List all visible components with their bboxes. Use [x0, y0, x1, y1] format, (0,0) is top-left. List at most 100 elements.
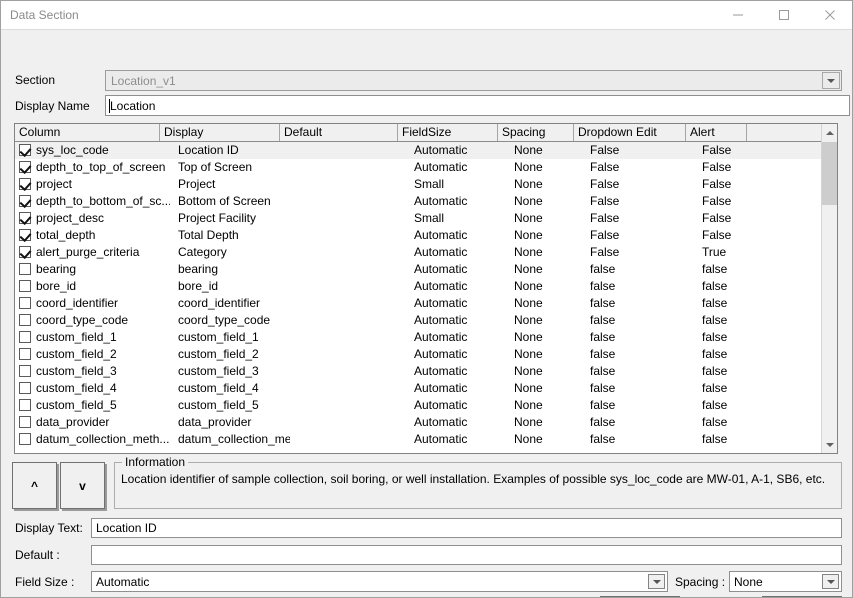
table-row[interactable]: custom_field_4custom_field_4AutomaticNon… — [15, 380, 821, 397]
row-visibility-checkbox[interactable] — [19, 382, 31, 394]
row-visibility-checkbox[interactable] — [19, 297, 31, 309]
table-row[interactable]: alert_purge_criteriaCategoryAutomaticNon… — [15, 244, 821, 261]
close-icon[interactable] — [807, 1, 852, 29]
row-visibility-checkbox[interactable] — [19, 280, 31, 292]
table-cell-dropdown-edit: false — [590, 295, 696, 312]
columns-grid[interactable]: ColumnDisplayDefaultFieldSizeSpacingDrop… — [14, 123, 838, 454]
table-cell-default — [296, 363, 408, 380]
table-cell-column: depth_to_top_of_screen — [36, 159, 170, 176]
table-row[interactable]: datum_collection_meth...datum_collection… — [15, 431, 821, 448]
table-row[interactable]: bearingbearingAutomaticNonefalsefalse — [15, 261, 821, 278]
default-input[interactable] — [91, 545, 842, 565]
table-cell-fieldsize: Automatic — [414, 363, 509, 380]
row-visibility-checkbox[interactable] — [19, 365, 31, 377]
table-cell-default — [296, 210, 408, 227]
maximize-icon[interactable] — [761, 1, 806, 29]
table-row[interactable]: coord_type_codecoord_type_codeAutomaticN… — [15, 312, 821, 329]
table-cell-spacing: None — [514, 414, 584, 431]
table-cell-alert: False — [702, 176, 758, 193]
table-row[interactable]: coord_identifiercoord_identifierAutomati… — [15, 295, 821, 312]
row-visibility-checkbox[interactable] — [19, 331, 31, 343]
grid-column-header[interactable]: Column — [15, 124, 160, 141]
field-size-dropdown[interactable]: Automatic — [91, 571, 668, 592]
grid-column-header[interactable]: Alert — [686, 124, 747, 141]
table-row[interactable]: depth_to_top_of_screenTop of ScreenAutom… — [15, 159, 821, 176]
section-dropdown[interactable]: Location_v1 — [105, 70, 842, 91]
table-row[interactable]: projectProjectSmallNoneFalseFalse — [15, 176, 821, 193]
chevron-down-icon[interactable] — [648, 574, 665, 589]
table-cell-fieldsize: Automatic — [414, 329, 509, 346]
table-cell-fieldsize: Automatic — [414, 380, 509, 397]
display-text-input[interactable]: Location ID — [91, 518, 842, 538]
table-row[interactable]: custom_field_2custom_field_2AutomaticNon… — [15, 346, 821, 363]
information-text: Location identifier of sample collection… — [121, 472, 835, 487]
table-row[interactable]: depth_to_bottom_of_sc...Bottom of Screen… — [15, 193, 821, 210]
table-cell-dropdown-edit: false — [590, 278, 696, 295]
table-cell-display: custom_field_1 — [178, 329, 290, 346]
table-row[interactable]: custom_field_1custom_field_1AutomaticNon… — [15, 329, 821, 346]
minimize-icon[interactable] — [715, 1, 760, 29]
grid-column-header[interactable]: Display — [160, 124, 280, 141]
table-cell-default — [296, 397, 408, 414]
move-up-button[interactable]: ^ — [12, 462, 57, 509]
row-visibility-checkbox[interactable] — [19, 229, 31, 241]
table-row[interactable]: bore_idbore_idAutomaticNonefalsefalse — [15, 278, 821, 295]
table-cell-alert: false — [702, 414, 758, 431]
table-row[interactable]: project_descProject FacilitySmallNoneFal… — [15, 210, 821, 227]
spacing-dropdown[interactable]: None — [729, 571, 842, 592]
table-cell-spacing: None — [514, 380, 584, 397]
row-visibility-checkbox[interactable] — [19, 433, 31, 445]
scroll-down-icon[interactable] — [822, 436, 837, 453]
table-cell-spacing: None — [514, 142, 584, 159]
dialog-body: Section Location_v1 Display Name Locatio… — [1, 30, 852, 597]
table-cell-default — [296, 329, 408, 346]
grid-column-header[interactable]: Default — [280, 124, 398, 141]
row-visibility-checkbox[interactable] — [19, 416, 31, 428]
scrollbar-thumb[interactable] — [822, 142, 837, 205]
table-row[interactable]: custom_field_5custom_field_5AutomaticNon… — [15, 397, 821, 414]
table-cell-spacing: None — [514, 261, 584, 278]
grid-column-header[interactable]: Dropdown Edit — [574, 124, 686, 141]
row-visibility-checkbox[interactable] — [19, 246, 31, 258]
table-cell-column: alert_purge_criteria — [36, 244, 170, 261]
table-cell-display: coord_identifier — [178, 295, 290, 312]
grid-column-header[interactable]: Spacing — [498, 124, 574, 141]
grid-vertical-scrollbar[interactable] — [821, 124, 837, 453]
row-visibility-checkbox[interactable] — [19, 161, 31, 173]
chevron-down-icon[interactable] — [822, 72, 840, 89]
table-cell-dropdown-edit: False — [590, 227, 696, 244]
data-section-dialog: Data Section Section Location_v1 Display… — [0, 0, 853, 598]
table-row[interactable]: total_depthTotal DepthAutomaticNoneFalse… — [15, 227, 821, 244]
move-down-button[interactable]: v — [60, 462, 105, 509]
grid-column-header[interactable]: FieldSize — [398, 124, 498, 141]
row-visibility-checkbox[interactable] — [19, 212, 31, 224]
table-row[interactable]: data_providerdata_providerAutomaticNonef… — [15, 414, 821, 431]
table-cell-column: custom_field_4 — [36, 380, 170, 397]
table-cell-display: Bottom of Screen — [178, 193, 290, 210]
row-visibility-checkbox[interactable] — [19, 178, 31, 190]
row-visibility-checkbox[interactable] — [19, 144, 31, 156]
table-row[interactable]: custom_field_3custom_field_3AutomaticNon… — [15, 363, 821, 380]
display-text-value: Location ID — [96, 521, 157, 535]
row-visibility-checkbox[interactable] — [19, 348, 31, 360]
table-cell-dropdown-edit: false — [590, 397, 696, 414]
table-cell-spacing: None — [514, 295, 584, 312]
table-cell-spacing: None — [514, 363, 584, 380]
table-cell-column: coord_identifier — [36, 295, 170, 312]
table-cell-dropdown-edit: false — [590, 329, 696, 346]
table-cell-dropdown-edit: False — [590, 193, 696, 210]
display-name-input[interactable]: Location — [105, 95, 850, 116]
table-row[interactable]: sys_loc_codeLocation IDAutomaticNoneFals… — [15, 142, 821, 159]
resize-grip-icon[interactable] — [837, 582, 850, 595]
table-cell-default — [296, 159, 408, 176]
table-cell-default — [296, 227, 408, 244]
scroll-up-icon[interactable] — [822, 124, 837, 141]
table-cell-column: data_provider — [36, 414, 170, 431]
row-visibility-checkbox[interactable] — [19, 263, 31, 275]
row-visibility-checkbox[interactable] — [19, 399, 31, 411]
table-cell-alert: false — [702, 329, 758, 346]
row-visibility-checkbox[interactable] — [19, 314, 31, 326]
row-visibility-checkbox[interactable] — [19, 195, 31, 207]
table-cell-alert: False — [702, 227, 758, 244]
table-cell-display: Top of Screen — [178, 159, 290, 176]
